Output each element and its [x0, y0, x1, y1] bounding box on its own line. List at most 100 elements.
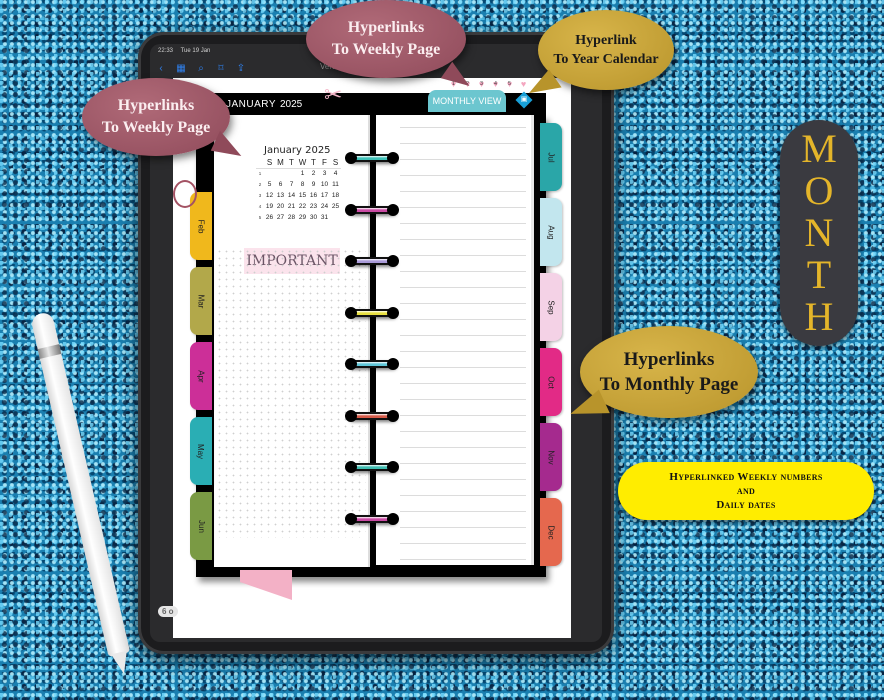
month-tab-dec[interactable]: Dec [540, 498, 562, 566]
month-tab-label: Dec [546, 524, 556, 540]
calendar-day[interactable]: 23 [308, 201, 319, 212]
month-tab-oct[interactable]: Oct [540, 348, 562, 416]
calendar-day[interactable]: 26 [264, 212, 275, 223]
ruled-line [400, 415, 526, 416]
week-link-heart[interactable]: ♥ 5 [504, 79, 515, 89]
month-tab-aug[interactable]: Aug [540, 198, 562, 266]
calendar-day[interactable]: 17 [319, 190, 330, 201]
ruled-line [400, 335, 526, 336]
calendar-day[interactable]: 29 [297, 212, 308, 223]
calendar-day[interactable]: 3 [319, 168, 330, 179]
calendar-day[interactable]: 10 [319, 179, 330, 190]
info-pill: Hyperlinked Weekly numbers and Daily dat… [618, 462, 874, 520]
back-icon[interactable]: ‹ [156, 63, 166, 74]
info-line: Daily dates [716, 499, 776, 511]
week-number: 4 [494, 81, 497, 87]
calendar-day[interactable]: 31 [319, 212, 330, 223]
month-tab-nov[interactable]: Nov [540, 423, 562, 491]
ruled-line [400, 319, 526, 320]
calendar-day[interactable]: 15 [297, 190, 308, 201]
month-tab-apr[interactable]: Apr [190, 342, 212, 410]
ruled-line [400, 463, 526, 464]
month-tab-label: Apr [196, 369, 206, 383]
month-tab-label: Mar [196, 294, 206, 308]
month-badge: M O N T H [780, 120, 858, 346]
page-indicator: 6 o [158, 606, 178, 617]
monthly-view-tab[interactable]: MONTHLY VIEW [428, 90, 506, 112]
calendar-day[interactable]: 1 [297, 168, 308, 179]
calendar-day[interactable]: 27 [275, 212, 286, 223]
binder-ring [345, 409, 399, 422]
search-icon[interactable]: ⌕ [196, 63, 206, 74]
calendar-day[interactable]: 5 [264, 179, 275, 190]
highlight-circle [173, 180, 197, 208]
share-icon[interactable]: ⇪ [236, 63, 246, 74]
ruled-line [400, 175, 526, 176]
calendar-day[interactable]: 20 [275, 201, 286, 212]
calendar-day[interactable]: 28 [286, 212, 297, 223]
calendar-day[interactable]: 12 [264, 190, 275, 201]
info-line: and [736, 485, 756, 497]
binder-ring [345, 512, 399, 525]
week-link-heart[interactable]: ♥ 4 [490, 79, 501, 89]
calendar-day[interactable]: 22 [297, 201, 308, 212]
calendar-day[interactable]: 6 [275, 179, 286, 190]
bookmark-icon[interactable]: ⌑ [216, 63, 226, 74]
week-number-link[interactable]: 2 [256, 179, 264, 190]
calendar-day[interactable]: 21 [286, 201, 297, 212]
calendar-day[interactable]: 16 [308, 190, 319, 201]
calendar-day[interactable]: 30 [308, 212, 319, 223]
calendar-day[interactable]: 9 [308, 179, 319, 190]
calendar-week-row: 3 12 13 14 15 16 17 18 [256, 190, 341, 201]
weekday-label: S [330, 157, 341, 169]
calendar-week-row: 2 5 6 7 8 9 10 11 [256, 179, 341, 190]
ruled-line [400, 207, 526, 208]
callout-line: To Weekly Page [331, 41, 441, 58]
calendar-day[interactable]: 18 [330, 190, 341, 201]
calendar-day[interactable]: 14 [286, 190, 297, 201]
callout-year-calendar: Hyperlink To Year Calendar [524, 10, 674, 105]
status-date: Tue 19 Jan [180, 48, 211, 54]
ruled-line [400, 351, 526, 352]
stylus-pencil [30, 311, 134, 676]
calendar-day [330, 212, 341, 223]
month-tab-label: Nov [546, 449, 556, 465]
month-tab-label: Jun [196, 519, 206, 533]
calendar-day[interactable]: 2 [308, 168, 319, 179]
calendar-day[interactable]: 4 [330, 168, 341, 179]
grid-icon[interactable]: ▦ [176, 63, 186, 74]
mini-calendar-grid: S M T W T F S 1 1 2 3 4 2 5 6 7 8 9 10 11 3 12 13 14 15 16 17 18 4 19… [256, 157, 341, 223]
binder-ring [345, 358, 399, 370]
weekday-label: S [264, 157, 275, 169]
ruled-line [400, 223, 526, 224]
month-tab-sep[interactable]: Sep [540, 273, 562, 341]
month-letter: T [806, 252, 832, 297]
weekday-label: F [319, 157, 330, 169]
calendar-day[interactable]: 11 [330, 179, 341, 190]
week-link-heart[interactable]: ♥ 3 [476, 79, 487, 89]
month-tab-label: Jul [546, 151, 556, 163]
calendar-day[interactable]: 7 [286, 179, 297, 190]
month-tab-mar[interactable]: Mar [190, 267, 212, 335]
weekday-label: T [308, 157, 319, 169]
week-number-link[interactable]: 4 [256, 201, 264, 212]
month-tab-jul[interactable]: Jul [540, 123, 562, 191]
month-letter: H [804, 294, 834, 339]
calendar-day[interactable]: 8 [297, 179, 308, 190]
ruled-line [400, 239, 526, 240]
month-tab-jun[interactable]: Jun [190, 492, 212, 560]
month-tab-may[interactable]: May [190, 417, 212, 485]
month-tab-label: Sep [546, 299, 556, 315]
calendar-day[interactable]: 24 [319, 201, 330, 212]
week-number-link[interactable]: 1 [256, 168, 264, 179]
calendar-day[interactable]: 19 [264, 201, 275, 212]
week-number-link[interactable]: 3 [256, 190, 264, 201]
ruled-line [400, 143, 526, 144]
calendar-day[interactable]: 13 [275, 190, 286, 201]
calendar-day[interactable]: 25 [330, 201, 341, 212]
month-tab-label: Feb [196, 219, 206, 233]
callout-line: Hyperlinks [623, 349, 715, 370]
week-number-link[interactable]: 5 [256, 212, 264, 223]
planner-spread: JANUARY 2025 ✂ MONTHLY VIEW ▣ ♥ 1 ♥ 2 ♥ 3 ♥ 4 ♥ 5… [190, 79, 562, 600]
dot-grid[interactable] [216, 248, 366, 538]
